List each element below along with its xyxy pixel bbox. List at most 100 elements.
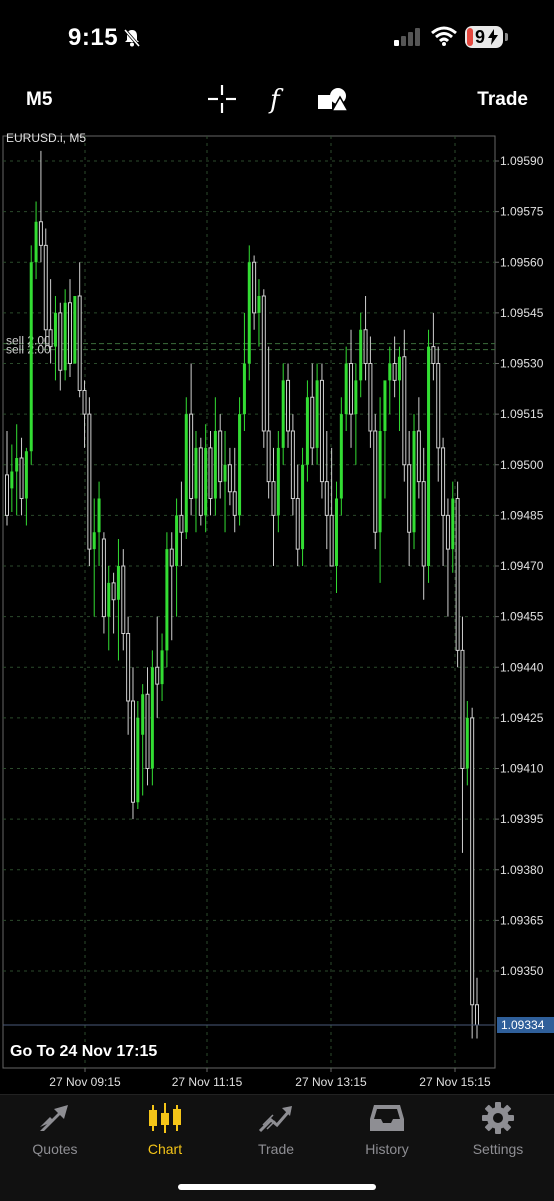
tab-trade[interactable]: Trade — [221, 1101, 331, 1163]
candle-body — [368, 363, 373, 432]
candle-body — [38, 221, 43, 246]
candle-body — [24, 451, 28, 499]
tab-history[interactable]: History — [332, 1101, 442, 1163]
candle-body — [218, 430, 223, 483]
time-tick-label: 27 Nov 15:15 — [419, 1075, 491, 1089]
svg-text:f: f — [268, 85, 284, 115]
function-icon[interactable]: f — [260, 83, 294, 115]
home-indicator — [178, 1184, 376, 1190]
candle-body — [107, 582, 111, 617]
price-tick-label: 1.09350 — [500, 964, 544, 978]
candle-body — [238, 414, 242, 516]
candle-body — [136, 717, 140, 803]
candle-body — [58, 312, 63, 371]
candle-body — [165, 549, 169, 651]
candle-body — [82, 390, 87, 415]
candle-body — [92, 532, 96, 550]
tab-quotes[interactable]: Quotes — [0, 1101, 110, 1163]
objects-icon[interactable] — [316, 83, 350, 115]
tab-chart[interactable]: Chart — [110, 1101, 220, 1163]
candle-body — [257, 296, 261, 313]
candle-body — [363, 329, 368, 364]
crosshair-icon[interactable] — [205, 83, 239, 115]
candle-body — [208, 447, 213, 499]
trade-button[interactable]: Trade — [477, 89, 528, 111]
cellular-signal-icon — [394, 28, 422, 51]
candle-body — [329, 514, 334, 567]
tab-settings[interactable]: Settings — [443, 1101, 553, 1163]
candle-body — [305, 397, 309, 465]
price-tick-label: 1.09515 — [500, 407, 544, 421]
candle-body — [388, 363, 392, 381]
candle-body — [184, 414, 188, 533]
candlestick-chart-icon — [149, 1103, 181, 1133]
chart-toolbar: M5 f Trade — [0, 75, 554, 123]
price-tick-label: 1.09440 — [500, 660, 544, 674]
candle-body — [383, 380, 387, 431]
sell-order-label: sell 2.00 — [6, 343, 51, 357]
candle-body — [175, 515, 179, 566]
candle-body — [276, 447, 280, 516]
candle-body — [470, 717, 475, 1006]
candle-body — [334, 498, 338, 566]
candle-body — [121, 565, 126, 634]
status-bar: 9:15 9 — [0, 0, 554, 70]
candle-body — [141, 694, 145, 735]
candle-body — [290, 430, 295, 499]
candle-body — [116, 566, 120, 600]
candle-body — [286, 379, 291, 432]
candle-body — [427, 346, 431, 566]
candle-body — [15, 458, 19, 472]
candle-body — [339, 414, 343, 499]
candle-body — [261, 295, 266, 432]
tab-label: Quotes — [32, 1141, 78, 1157]
candle-body — [271, 481, 276, 516]
price-tick-label: 1.09455 — [500, 610, 544, 624]
price-tick-label: 1.09530 — [500, 357, 544, 371]
candle-body — [266, 430, 271, 483]
candle-body — [48, 329, 53, 348]
candle-body — [77, 295, 82, 391]
price-tick-label: 1.09500 — [500, 458, 544, 472]
price-tick-label: 1.09470 — [500, 559, 544, 573]
battery-icon: 9 — [465, 26, 503, 48]
candle-body — [155, 666, 160, 685]
candlestick-chart[interactable]: 1.09590 1.09575 1.09560 1.09545 1.09530 1.095… — [0, 126, 554, 1092]
candle-body — [301, 464, 305, 550]
status-time: 9:15 — [68, 24, 119, 51]
candle-body — [281, 380, 285, 448]
settings-gear-icon — [482, 1102, 514, 1134]
symbol-label: EURUSD.i, M5 — [6, 131, 87, 145]
timeframe-button[interactable]: M5 — [26, 89, 52, 111]
candle-body — [349, 363, 354, 415]
price-tick-label: 1.09395 — [500, 812, 544, 826]
tab-label: Trade — [257, 1141, 295, 1157]
candle-body — [455, 498, 460, 651]
candle-body — [431, 346, 436, 364]
time-tick-label: 27 Nov 09:15 — [49, 1075, 121, 1089]
candle-body — [412, 431, 416, 533]
tab-label: Chart — [147, 1141, 183, 1157]
candle-body — [34, 221, 38, 263]
price-tick-label: 1.09575 — [500, 205, 544, 219]
price-tick-label: 1.09560 — [500, 255, 544, 269]
candle-body — [460, 649, 465, 769]
trade-trend-icon — [258, 1106, 292, 1133]
price-tick-label: 1.09365 — [500, 913, 544, 927]
time-tick-label: 27 Nov 11:15 — [172, 1075, 243, 1089]
time-tick-label: 27 Nov 13:15 — [295, 1075, 367, 1089]
candle-body — [204, 447, 208, 516]
candle-body — [416, 430, 421, 483]
candle-body — [421, 481, 426, 567]
candle-body — [169, 548, 174, 567]
price-tick-label: 1.09380 — [500, 863, 544, 877]
candle-body — [160, 650, 164, 685]
candle-body — [232, 491, 237, 516]
candle-body — [392, 363, 397, 381]
battery-level: 9 — [475, 27, 486, 47]
candle-body — [4, 474, 10, 516]
candle-body — [227, 464, 232, 493]
goto-date-label[interactable]: Go To 24 Nov 17:15 — [10, 1043, 157, 1061]
candle-body — [373, 430, 378, 533]
chart-area[interactable]: 1.09590 1.09575 1.09560 1.09545 1.09530 1.095… — [0, 126, 554, 1092]
